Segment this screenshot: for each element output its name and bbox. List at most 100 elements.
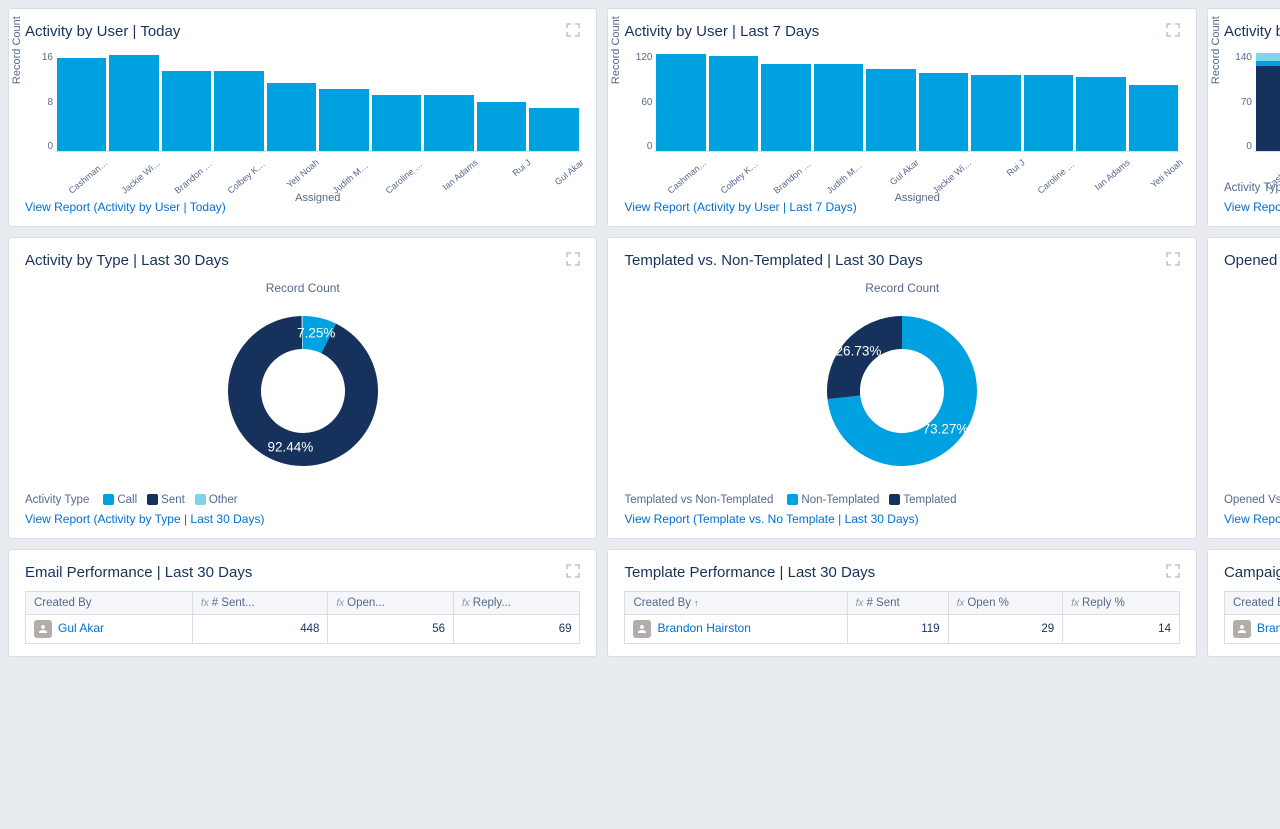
- bar[interactable]: [162, 71, 211, 151]
- column-header[interactable]: Created By: [26, 592, 193, 615]
- donut-svg: 7.25% 92.44%: [213, 301, 393, 481]
- person-icon: [1233, 620, 1251, 638]
- user-link[interactable]: Gul Akar: [58, 621, 104, 635]
- expand-icon[interactable]: [566, 564, 580, 578]
- sort-asc-icon: ↑: [694, 598, 699, 608]
- donut-label: 26.73%: [836, 344, 882, 359]
- expand-icon[interactable]: [1166, 23, 1180, 37]
- person-icon: [34, 620, 52, 638]
- card-opened-vs-bounced: Opened vs. Bounced | Last 30 Days Record…: [1207, 237, 1280, 539]
- bar[interactable]: [267, 83, 316, 151]
- card-title: Campaign Performance | Last 30 Days: [1224, 564, 1280, 581]
- donut-title: Record Count: [25, 281, 580, 295]
- bar[interactable]: [424, 95, 473, 151]
- legend-item: Sent: [147, 494, 185, 506]
- view-report-link[interactable]: View Report (Template vs. No Template | …: [624, 512, 1179, 526]
- card-title: Email Performance | Last 30 Days: [25, 564, 252, 581]
- card-title: Templated vs. Non-Templated | Last 30 Da…: [624, 252, 922, 269]
- donut-label: 7.25%: [297, 326, 335, 341]
- bar[interactable]: [656, 54, 705, 151]
- bar[interactable]: [109, 55, 158, 151]
- column-header[interactable]: fxOpen %: [948, 592, 1063, 615]
- card-activity-by-type: Activity by Type | Last 30 Days Record C…: [8, 237, 597, 539]
- column-header[interactable]: fx# Sent: [847, 592, 948, 615]
- column-header[interactable]: fx# Sent...: [192, 592, 327, 615]
- column-header[interactable]: fxOpen...: [328, 592, 454, 615]
- table-row: Gul Akar4485669: [26, 615, 580, 644]
- legend-item: Call: [103, 494, 137, 506]
- card-activity-user-today: Activity by User | Today Record Count 16…: [8, 8, 597, 227]
- donut-label: 92.44%: [267, 440, 313, 455]
- report-table: Created Byfx# Sent...fxOpen...fxReply...…: [25, 591, 580, 644]
- card-title: Activity by User | Last 7 Days: [624, 23, 819, 40]
- bar[interactable]: [1256, 53, 1280, 151]
- legend-item: Other: [195, 494, 238, 506]
- column-header[interactable]: Created By↑: [625, 592, 847, 615]
- table-row: Brandon Hairston1192914: [625, 615, 1179, 644]
- donut-chart: Record Count 99.43%: [1224, 281, 1280, 484]
- legend: Templated vs Non-Templated Non-Templated…: [624, 494, 1179, 506]
- bar-chart: Record Count 120600 Cashman An...Colbey …: [624, 52, 1179, 194]
- bar-plot: [654, 52, 1179, 152]
- bar[interactable]: [214, 71, 263, 151]
- bar[interactable]: [1024, 75, 1073, 151]
- column-header[interactable]: fxReply %: [1063, 592, 1180, 615]
- report-table: Created By↑fx# TouchesfxConnect %Brandon…: [1224, 591, 1280, 644]
- cell-value: 14: [1063, 615, 1180, 644]
- bar[interactable]: [1076, 77, 1125, 151]
- fx-icon: fx: [201, 598, 209, 609]
- card-activity-user-7days: Activity by User | Last 7 Days Record Co…: [607, 8, 1196, 227]
- bar[interactable]: [971, 75, 1020, 151]
- bar[interactable]: [57, 58, 106, 151]
- bar[interactable]: [1129, 85, 1178, 151]
- card-activity-user-month: Activity by User | Cumulative This Month…: [1207, 8, 1280, 227]
- column-header[interactable]: Created By↑: [1224, 592, 1280, 615]
- bar[interactable]: [866, 69, 915, 152]
- legend: Activity Type Call Sent Other: [25, 494, 580, 506]
- donut-svg: 73.27%26.73%: [812, 301, 992, 481]
- cell-value: 119: [847, 615, 948, 644]
- bar[interactable]: [709, 56, 758, 151]
- donut-chart: Record Count 7.25% 92.44%: [25, 281, 580, 484]
- expand-icon[interactable]: [566, 252, 580, 266]
- bar[interactable]: [529, 108, 578, 151]
- fx-icon: fx: [1071, 598, 1079, 609]
- bar[interactable]: [919, 73, 968, 151]
- bar[interactable]: [372, 95, 421, 151]
- bar-chart: Record Count 1680 Cashman An...Jackie Wi…: [25, 52, 580, 194]
- user-link[interactable]: Brandon Hairston: [657, 621, 750, 635]
- expand-icon[interactable]: [1166, 252, 1180, 266]
- bar[interactable]: [761, 64, 810, 151]
- fx-icon: fx: [462, 598, 470, 609]
- report-table: Created By↑fx# SentfxOpen %fxReply % Bran…: [624, 591, 1179, 644]
- bar-plot: [1254, 52, 1280, 152]
- donut-title: Record Count: [1224, 281, 1280, 295]
- user-link[interactable]: Brandon Hairston: [1257, 621, 1280, 635]
- card-title: Activity by Type | Last 30 Days: [25, 252, 229, 269]
- column-header[interactable]: fxReply...: [454, 592, 580, 615]
- legend-lead: Activity Type: [25, 494, 89, 506]
- card-campaign-performance: Campaign Performance | Last 30 Days Crea…: [1207, 549, 1280, 657]
- cell-value: 448: [192, 615, 327, 644]
- card-title: Activity by User | Today: [25, 23, 180, 40]
- view-report-link[interactable]: View Report (Opened vs. Bounced | Last 3…: [1224, 512, 1280, 526]
- fx-icon: fx: [957, 598, 965, 609]
- card-templated-vs-non: Templated vs. Non-Templated | Last 30 Da…: [607, 237, 1196, 539]
- y-axis-label: Record Count: [1210, 16, 1222, 84]
- bar[interactable]: [319, 89, 368, 151]
- card-title: Template Performance | Last 30 Days: [624, 564, 875, 581]
- bar-plot: [55, 52, 580, 152]
- table-row: Brandon Hairston1538: [1224, 615, 1280, 644]
- legend-lead: Templated vs Non-Templated: [624, 494, 773, 506]
- dashboard-grid: Activity by User | Today Record Count 16…: [8, 8, 1272, 657]
- donut-chart: Record Count 73.27%26.73%: [624, 281, 1179, 484]
- view-report-link[interactable]: View Report (Activity by Type | Last 30 …: [25, 512, 580, 526]
- expand-icon[interactable]: [566, 23, 580, 37]
- bar[interactable]: [477, 102, 526, 152]
- stacked-bar-chart: Record Count 140700 Cashman ...Colbey Ke…: [1224, 52, 1280, 172]
- y-ticks: 120600: [626, 52, 652, 152]
- expand-icon[interactable]: [1166, 564, 1180, 578]
- fx-icon: fx: [856, 598, 864, 609]
- bar[interactable]: [814, 64, 863, 151]
- cell-value: 56: [328, 615, 454, 644]
